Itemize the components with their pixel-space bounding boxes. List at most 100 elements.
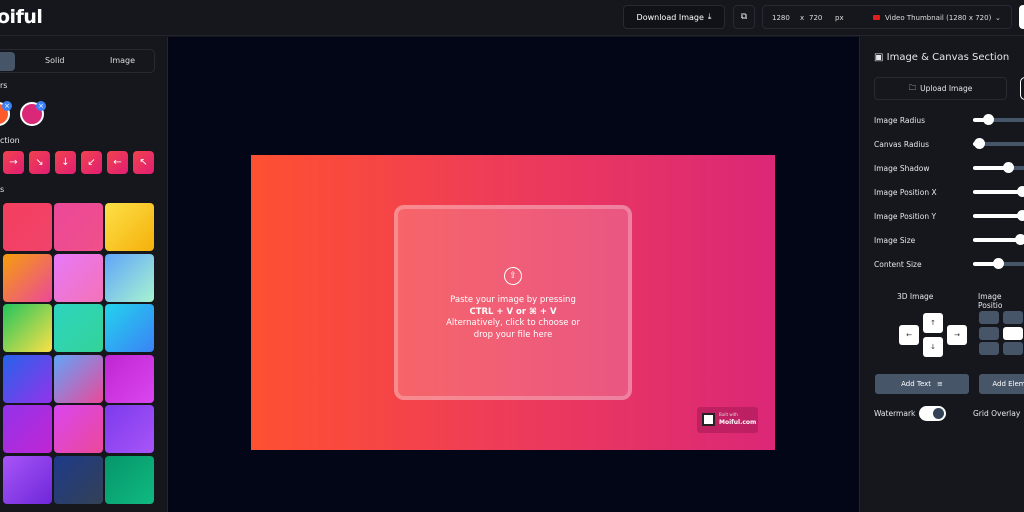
logo[interactable]: oiful [0, 6, 43, 28]
direction-right-button[interactable]: → [3, 151, 24, 174]
position-top[interactable] [1003, 311, 1023, 324]
slider-label: Image Position Y [874, 212, 937, 221]
slider-knob[interactable] [993, 258, 1005, 269]
gradient-preset-swatch[interactable] [3, 456, 52, 504]
slider-track[interactable] [973, 186, 1024, 197]
gradient-preset-swatch[interactable] [105, 203, 154, 251]
gradient-preset-swatch[interactable] [105, 254, 154, 302]
position-bottom[interactable] [1003, 342, 1023, 355]
moiful-logo-icon [702, 413, 715, 426]
upload-image-button[interactable]: 🗀 Upload Image [874, 77, 1007, 100]
gradient-preset-swatch[interactable] [105, 355, 154, 403]
add-text-button[interactable]: Add Text ≡ [875, 374, 969, 394]
direction-down-left-button[interactable]: ↙ [81, 151, 102, 174]
slider-track[interactable] [973, 210, 1024, 221]
direction-down-button[interactable]: ↓ [55, 151, 76, 174]
gradient-preset-swatch[interactable] [105, 456, 154, 504]
tab-gradient[interactable] [0, 52, 15, 71]
slider-fill [973, 190, 1023, 194]
youtube-icon [873, 15, 880, 20]
gradient-preset-swatch[interactable] [3, 355, 52, 403]
slider-track[interactable] [973, 162, 1024, 173]
chevron-down-icon: ⌄ [995, 14, 1001, 22]
direction-up-left-button[interactable]: ↖ [133, 151, 154, 174]
tilt-down-button[interactable]: ↓ [923, 337, 943, 357]
image-icon: ▣ [874, 52, 887, 63]
gradient-preset-swatch[interactable] [54, 203, 103, 251]
gradient-preset-swatch[interactable] [54, 405, 103, 453]
account-button[interactable] [1019, 5, 1024, 29]
right-panel: ▣ Image & Canvas Section 🗀 Upload Image I… [860, 37, 1024, 512]
watermark-label: Watermark [874, 409, 916, 418]
gradient-preset-swatch[interactable] [3, 203, 52, 251]
image-dropzone[interactable]: ⇧ Paste your image by pressing CTRL + V … [394, 205, 632, 400]
folder-icon: 🗀 [908, 83, 917, 92]
copy-icon: ⧉ [740, 12, 748, 22]
watermark: Built with Moiful.com [697, 407, 758, 433]
grid-overlay-label: Grid Overlay [973, 409, 1021, 418]
gradient-preset-swatch[interactable] [105, 405, 154, 453]
slider-label: Content Size [874, 260, 922, 269]
gradient-preset-swatch[interactable] [54, 355, 103, 403]
tilt-up-button[interactable]: ↑ [923, 313, 943, 333]
download-label: Download Image [636, 12, 704, 22]
canvas-size-control: 1280 x 720 px Video Thumbnail (1280 x 72… [762, 5, 1012, 29]
watermark-toggle[interactable] [919, 406, 946, 421]
direction-left-button[interactable]: ← [107, 151, 128, 174]
direction-down-right-button[interactable]: ↘ [29, 151, 50, 174]
slider-label: Image Shadow [874, 164, 930, 173]
slider-label: Canvas Radius [874, 140, 930, 149]
left-sidebar: Solid Image rs × × ction → ↘ ↓ ↙ ← ↖ s [0, 37, 167, 512]
gradient-preset-swatch[interactable] [3, 254, 52, 302]
secondary-button[interactable] [1020, 77, 1024, 100]
add-element-button[interactable]: Add Elem [979, 374, 1024, 394]
background-tabs: Solid Image [0, 49, 155, 73]
position-center[interactable] [1003, 327, 1023, 340]
slider-label: Image Size [874, 236, 916, 245]
remove-icon[interactable]: × [2, 101, 12, 111]
slider-knob[interactable] [1002, 162, 1014, 173]
x-label: x [800, 14, 805, 22]
download-image-button[interactable]: Download Image ⤓ [623, 5, 725, 29]
watermark-small: Built with [719, 412, 738, 417]
remove-icon[interactable]: × [36, 101, 46, 111]
slider-fill [973, 214, 1023, 218]
slider-knob[interactable] [1017, 186, 1024, 197]
shortcut-text: CTRL + V or ⌘ + V [469, 306, 557, 317]
slider-track[interactable] [973, 234, 1024, 245]
slider-knob[interactable] [1017, 210, 1024, 221]
position-bottom-left[interactable] [979, 342, 999, 355]
slider-track[interactable] [973, 114, 1024, 125]
position-left[interactable] [979, 327, 999, 340]
text-align-icon: ≡ [937, 380, 943, 388]
slider-knob[interactable] [974, 138, 985, 149]
top-bar: oiful Download Image ⤓ ⧉ 1280 x 720 px Vi… [0, 0, 1024, 36]
tilt-left-button[interactable]: ← [899, 325, 919, 345]
tab-image[interactable]: Image [110, 56, 135, 65]
height-input[interactable]: 720 [809, 14, 822, 22]
slider-knob[interactable] [1014, 234, 1024, 245]
tilt-right-button[interactable]: → [947, 325, 967, 345]
gradient-preset-swatch[interactable] [105, 304, 154, 352]
position-top-left[interactable] [979, 311, 999, 324]
presets-label: s [0, 185, 5, 194]
copy-button[interactable]: ⧉ [733, 5, 755, 29]
gradient-preset-swatch[interactable] [54, 254, 103, 302]
slider-knob[interactable] [983, 114, 994, 125]
gradient-preset-swatch[interactable] [3, 304, 52, 352]
preset-select[interactable]: Video Thumbnail (1280 x 720) [885, 14, 991, 22]
gradient-preset-swatch[interactable] [3, 405, 52, 453]
slider-track[interactable] [973, 258, 1024, 269]
section-title: ▣ Image & Canvas Section [874, 52, 1009, 63]
colors-label: rs [0, 81, 8, 90]
tab-solid[interactable]: Solid [45, 56, 65, 65]
drop-text: Paste your image by pressing [450, 295, 576, 305]
canvas-preview: ⇧ Paste your image by pressing CTRL + V … [251, 155, 775, 450]
width-input[interactable]: 1280 [772, 14, 790, 22]
gradient-preset-swatch[interactable] [54, 304, 103, 352]
unit-label: px [835, 14, 844, 22]
slider-track[interactable] [973, 138, 1024, 149]
gradient-preset-swatch[interactable] [54, 456, 103, 504]
direction-label: ction [0, 136, 20, 145]
slider-label: Image Position X [874, 188, 937, 197]
